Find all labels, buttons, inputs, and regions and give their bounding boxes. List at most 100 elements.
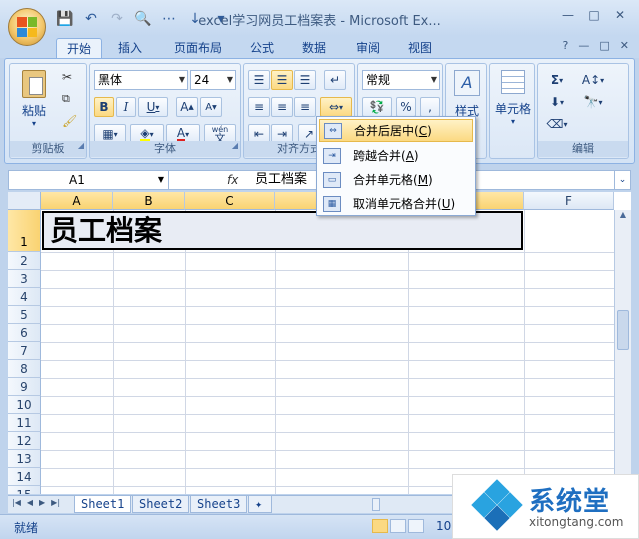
expand-formula-bar-icon[interactable]: ⌄ (614, 171, 630, 189)
row-header-8[interactable]: 8 (8, 360, 41, 378)
prev-sheet-icon[interactable]: ◀ (27, 498, 33, 507)
cells-button[interactable]: 单元格 ▾ (492, 70, 534, 126)
scroll-up-icon[interactable]: ▲ (615, 210, 631, 219)
comma-button[interactable]: , (420, 97, 440, 117)
wrap-text-icon: ↵ (329, 73, 341, 87)
percent-button[interactable]: % (396, 97, 416, 117)
next-sheet-icon[interactable]: ▶ (39, 498, 45, 507)
align-right-button[interactable]: ≡ (294, 97, 316, 117)
page-break-view-icon[interactable] (408, 519, 424, 533)
tab-formulas[interactable]: 公式 (244, 38, 280, 58)
cell-a1-selection[interactable]: 员工档案 (42, 211, 523, 250)
align-right-icon: ≡ (299, 100, 311, 114)
wrap-text-button[interactable]: ↵ (324, 70, 346, 90)
styles-button[interactable]: A 样式 (448, 70, 486, 119)
clear-button[interactable]: ⌫ ▾ (542, 114, 572, 134)
ribbon-minimize-icon[interactable]: — (578, 39, 589, 52)
menu-item-merge-cells[interactable]: ▭ 合并单元格(M) (319, 168, 473, 191)
font-name-combo[interactable]: 黑体 ▼ (94, 70, 188, 90)
zoom-level[interactable]: 10 (436, 519, 451, 533)
underline-button[interactable]: U ▾ (138, 97, 168, 117)
cells-group: 单元格 ▾ (489, 63, 535, 159)
row-header-1[interactable]: 1 (8, 210, 41, 252)
cut-icon[interactable]: ✂ (62, 70, 72, 84)
row-header-5[interactable]: 5 (8, 306, 41, 324)
watermark-title: 系统堂 (529, 487, 611, 517)
align-middle-button[interactable]: ☰ (271, 70, 293, 90)
ribbon-close-icon[interactable]: ✕ (620, 39, 629, 52)
align-center-button[interactable]: ≡ (271, 97, 293, 117)
column-header-a[interactable]: A (41, 192, 113, 210)
row-header-2[interactable]: 2 (8, 252, 41, 270)
last-sheet-icon[interactable]: ▶| (51, 498, 60, 507)
insert-sheet-icon[interactable]: ✦ (248, 496, 272, 513)
merge-center-button[interactable]: ⇔ ▾ (320, 97, 352, 117)
number-format-combo[interactable]: 常规 ▼ (362, 70, 440, 90)
name-box[interactable]: A1 ▼ (9, 171, 169, 189)
fill-button[interactable]: ⬇ ▾ (542, 92, 572, 112)
find-select-button[interactable]: 🔭 ▾ (578, 92, 608, 112)
sort-filter-button[interactable]: A↕ ▾ (578, 70, 608, 90)
row-header-14[interactable]: 14 (8, 468, 41, 486)
insert-function-button[interactable]: fx (177, 171, 247, 189)
menu-item-merge-center[interactable]: ⇔ 合并后居中(C) (319, 119, 473, 142)
page-layout-view-icon[interactable] (390, 519, 406, 533)
tab-insert[interactable]: 插入 (110, 38, 150, 58)
autosum-button[interactable]: Σ ▾ (542, 70, 572, 90)
worksheet-grid[interactable]: A B C D E F 1 2 3 4 5 6 7 8 9 10 11 12 1… (8, 192, 631, 494)
column-header-c[interactable]: C (185, 192, 275, 210)
bold-button[interactable]: B (94, 97, 114, 117)
row-header-3[interactable]: 3 (8, 270, 41, 288)
sheet-tab-1[interactable]: Sheet1 (74, 496, 132, 513)
normal-view-icon[interactable] (372, 519, 388, 533)
select-all-button[interactable] (8, 192, 41, 210)
row-header-11[interactable]: 11 (8, 414, 41, 432)
formula-input[interactable]: 员工档案 (255, 171, 307, 189)
align-bottom-icon: ☰ (299, 73, 311, 87)
ribbon-restore-icon[interactable]: □ (599, 39, 609, 52)
font-size-combo[interactable]: 24 ▼ (190, 70, 236, 90)
row-header-13[interactable]: 13 (8, 450, 41, 468)
row-header-12[interactable]: 12 (8, 432, 41, 450)
vertical-scrollbar[interactable]: ▲ (614, 210, 631, 494)
sheet-tab-2[interactable]: Sheet2 (132, 496, 190, 513)
align-top-button[interactable]: ☰ (248, 70, 270, 90)
accounting-format-button[interactable]: 💱 (362, 97, 392, 117)
format-painter-icon[interactable]: 🖌 (62, 114, 77, 128)
office-button[interactable] (8, 8, 46, 46)
font-dialog-launcher-icon[interactable]: ◢ (232, 138, 238, 154)
italic-button[interactable]: I (116, 97, 136, 117)
sheet-tab-3[interactable]: Sheet3 (190, 496, 248, 513)
tab-view[interactable]: 视图 (402, 38, 438, 58)
paste-dropdown-icon[interactable]: ▾ (32, 119, 36, 128)
align-left-button[interactable]: ≡ (248, 97, 270, 117)
row-header-10[interactable]: 10 (8, 396, 41, 414)
row-header-6[interactable]: 6 (8, 324, 41, 342)
row-header-4[interactable]: 4 (8, 288, 41, 306)
tab-data[interactable]: 数据 (296, 38, 332, 58)
maximize-button[interactable]: □ (581, 6, 607, 24)
grow-font-button[interactable]: A ▲ (176, 97, 198, 117)
font-group: 黑体 ▼ 24 ▼ B I U ▾ A ▲ A ▼ ▦ ▾ ◈ ▾ A ▾ wén 文 字体 ◢ (89, 63, 241, 159)
menu-item-merge-across[interactable]: ⇥ 跨越合并(A) (319, 144, 473, 167)
tab-home[interactable]: 开始 (56, 38, 102, 58)
tab-review[interactable]: 审阅 (350, 38, 386, 58)
horizontal-scroll-splitter[interactable] (372, 498, 380, 511)
paste-button[interactable]: 粘贴 ▾ (16, 70, 52, 128)
row-header-9[interactable]: 9 (8, 378, 41, 396)
help-icon[interactable]: ? (563, 39, 569, 52)
first-sheet-icon[interactable]: |◀ (12, 498, 21, 507)
copy-icon[interactable]: ⧉ (62, 92, 70, 106)
menu-item-unmerge-cells[interactable]: ▦ 取消单元格合并(U) (319, 192, 473, 215)
row-header-15[interactable]: 15 (8, 486, 41, 494)
tab-page-layout[interactable]: 页面布局 (166, 38, 230, 58)
column-header-b[interactable]: B (113, 192, 185, 210)
scroll-thumb[interactable] (617, 310, 629, 350)
clipboard-dialog-launcher-icon[interactable]: ◢ (78, 138, 84, 154)
close-button[interactable]: ✕ (607, 6, 633, 24)
minimize-button[interactable]: — (555, 6, 581, 24)
row-header-7[interactable]: 7 (8, 342, 41, 360)
align-bottom-button[interactable]: ☰ (294, 70, 316, 90)
column-header-f[interactable]: F (524, 192, 614, 210)
shrink-font-button[interactable]: A ▼ (200, 97, 222, 117)
